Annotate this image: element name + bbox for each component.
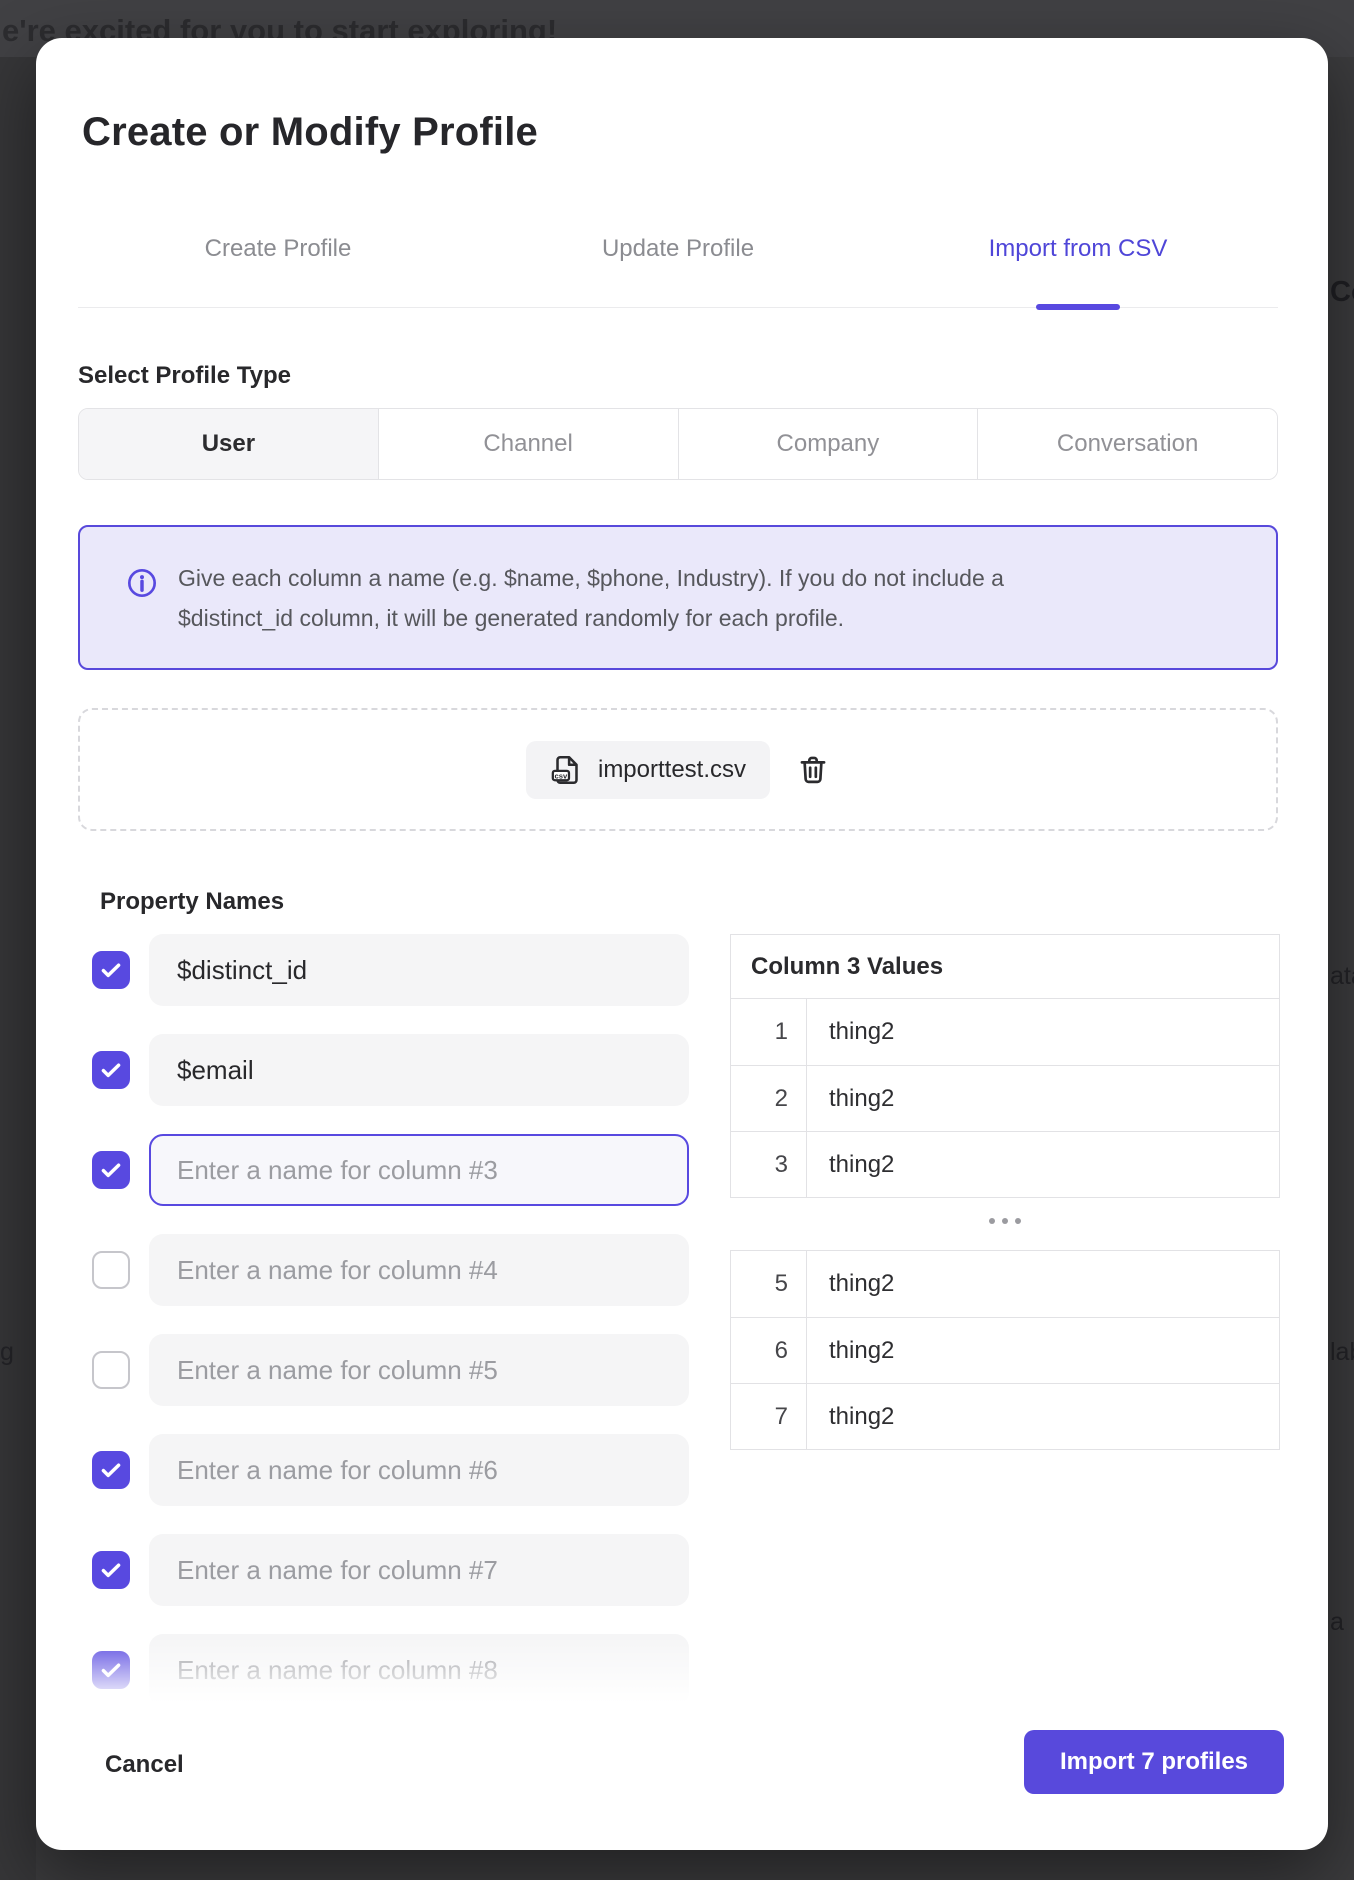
property-row xyxy=(92,1334,689,1406)
info-callout: Give each column a name (e.g. $name, $ph… xyxy=(78,525,1278,670)
table-row: 7 thing2 xyxy=(731,1383,1279,1449)
property-row xyxy=(92,1034,689,1106)
uploaded-file-name: importtest.csv xyxy=(598,756,746,784)
column-values-table-continued: 5 thing2 6 thing2 7 thing2 xyxy=(730,1250,1280,1450)
table-row: 3 thing2 xyxy=(731,1131,1279,1197)
property-row xyxy=(92,1134,689,1206)
trash-icon xyxy=(796,753,830,787)
cancel-button[interactable]: Cancel xyxy=(105,1750,184,1780)
check-icon xyxy=(98,1557,124,1583)
check-icon xyxy=(98,1657,124,1683)
background-fragment: ata xyxy=(1330,962,1354,991)
row-number: 2 xyxy=(731,1066,807,1131)
import-profiles-button[interactable]: Import 7 profiles xyxy=(1024,1730,1284,1794)
row-value: thing2 xyxy=(807,1066,1279,1131)
background-fragment: g xyxy=(0,1338,14,1367)
row-number: 5 xyxy=(731,1251,807,1317)
property-row xyxy=(92,1634,689,1706)
check-icon xyxy=(98,1057,124,1083)
profile-type-channel[interactable]: Channel xyxy=(378,409,678,479)
tab-bar: Create Profile Update Profile Import fro… xyxy=(78,190,1278,308)
row-value: thing2 xyxy=(807,999,1279,1065)
create-modify-profile-modal: Create or Modify Profile Create Profile … xyxy=(36,38,1328,1850)
profile-type-company[interactable]: Company xyxy=(678,409,978,479)
row-value: thing2 xyxy=(807,1384,1279,1449)
column-2-checkbox[interactable] xyxy=(92,1051,130,1089)
column-8-name-input[interactable] xyxy=(149,1634,689,1706)
row-value: thing2 xyxy=(807,1318,1279,1383)
screen: e're excited for you to start exploring!… xyxy=(0,0,1354,1880)
tab-create-profile[interactable]: Create Profile xyxy=(78,235,478,263)
table-ellipsis xyxy=(730,1218,1280,1224)
property-row xyxy=(92,1534,689,1606)
table-row: 1 thing2 xyxy=(731,999,1279,1065)
modal-title: Create or Modify Profile xyxy=(82,110,538,155)
tab-update-profile[interactable]: Update Profile xyxy=(478,235,878,263)
info-text: Give each column a name (e.g. $name, $ph… xyxy=(178,558,1004,638)
svg-text:csv: csv xyxy=(555,771,568,780)
column-values-header: Column 3 Values xyxy=(731,935,1279,999)
background-right-edge: Co ata lab a xyxy=(1328,57,1354,1880)
column-2-name-input[interactable] xyxy=(149,1034,689,1106)
row-number: 1 xyxy=(731,999,807,1065)
property-names-label: Property Names xyxy=(100,888,284,916)
row-value: thing2 xyxy=(807,1132,1279,1197)
profile-type-user[interactable]: User xyxy=(79,409,378,479)
table-row: 5 thing2 xyxy=(731,1251,1279,1317)
column-5-name-input[interactable] xyxy=(149,1334,689,1406)
info-icon xyxy=(126,567,158,599)
property-row xyxy=(92,934,689,1006)
column-3-checkbox[interactable] xyxy=(92,1151,130,1189)
column-4-checkbox[interactable] xyxy=(92,1251,130,1289)
csv-file-icon: csv xyxy=(550,753,584,787)
column-values-table: Column 3 Values 1 thing2 2 thing2 3 thin… xyxy=(730,934,1280,1198)
column-7-checkbox[interactable] xyxy=(92,1551,130,1589)
column-7-name-input[interactable] xyxy=(149,1534,689,1606)
info-text-line2: $distinct_id column, it will be generate… xyxy=(178,598,1004,638)
tab-import-from-csv[interactable]: Import from CSV xyxy=(878,235,1278,263)
csv-dropzone: csv importtest.csv xyxy=(78,708,1278,831)
active-tab-underline xyxy=(1036,304,1120,310)
profile-type-label: Select Profile Type xyxy=(78,362,291,390)
column-6-name-input[interactable] xyxy=(149,1434,689,1506)
profile-type-conversation[interactable]: Conversation xyxy=(977,409,1277,479)
check-icon xyxy=(98,1457,124,1483)
check-icon xyxy=(98,957,124,983)
background-fragment: Co xyxy=(1330,276,1354,309)
uploaded-file-chip: csv importtest.csv xyxy=(526,741,770,799)
row-number: 3 xyxy=(731,1132,807,1197)
column-1-checkbox[interactable] xyxy=(92,951,130,989)
remove-file-button[interactable] xyxy=(796,753,830,787)
property-row xyxy=(92,1434,689,1506)
check-icon xyxy=(98,1157,124,1183)
column-1-name-input[interactable] xyxy=(149,934,689,1006)
column-5-checkbox[interactable] xyxy=(92,1351,130,1389)
background-fragment: lab xyxy=(1330,1338,1354,1367)
column-4-name-input[interactable] xyxy=(149,1234,689,1306)
row-number: 7 xyxy=(731,1384,807,1449)
column-6-checkbox[interactable] xyxy=(92,1451,130,1489)
background-fragment: a xyxy=(1330,1608,1344,1637)
property-row xyxy=(92,1234,689,1306)
profile-type-segmented-control: User Channel Company Conversation xyxy=(78,408,1278,480)
background-left-edge: g xyxy=(0,57,36,1880)
row-number: 6 xyxy=(731,1318,807,1383)
row-value: thing2 xyxy=(807,1251,1279,1317)
column-3-name-input[interactable] xyxy=(149,1134,689,1206)
column-8-checkbox[interactable] xyxy=(92,1651,130,1689)
info-text-line1: Give each column a name (e.g. $name, $ph… xyxy=(178,558,1004,598)
table-row: 2 thing2 xyxy=(731,1065,1279,1131)
table-row: 6 thing2 xyxy=(731,1317,1279,1383)
